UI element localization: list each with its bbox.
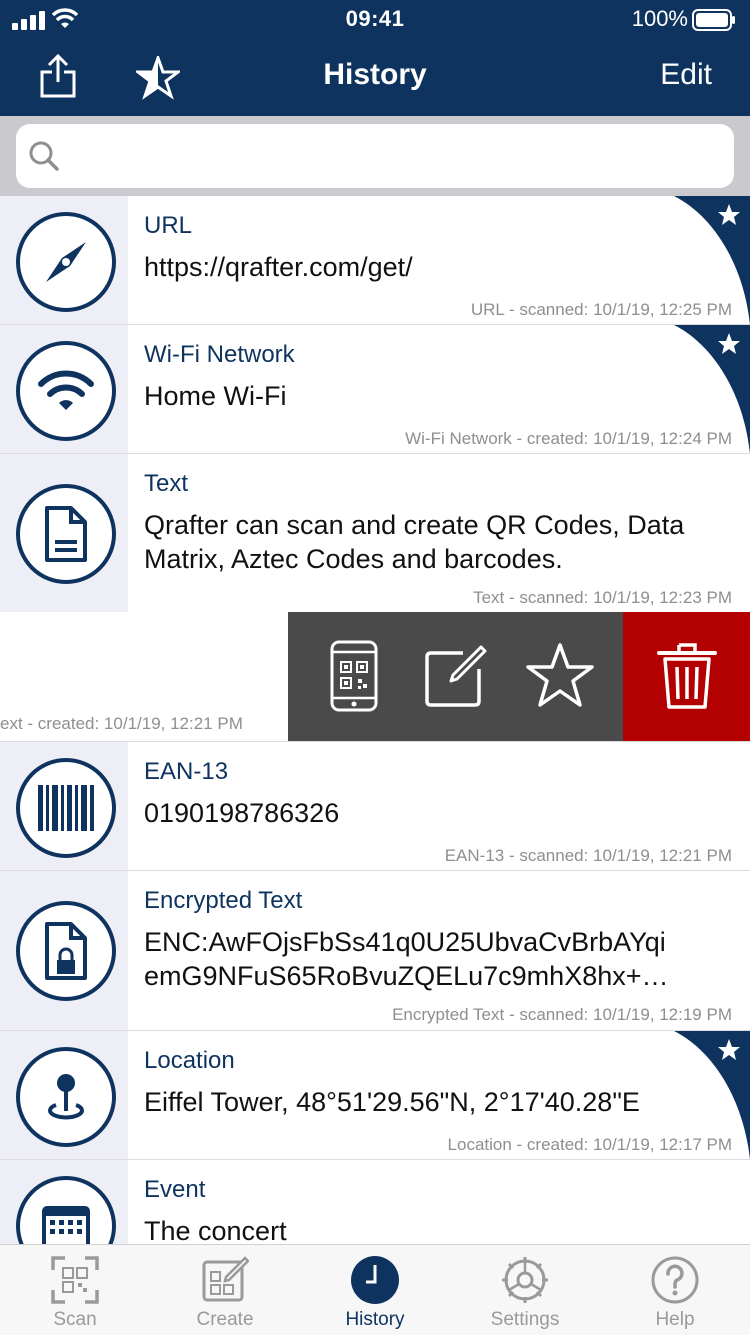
page-title: History <box>323 58 427 91</box>
edit-item-button[interactable] <box>420 640 492 712</box>
item-type: URL <box>144 212 193 239</box>
item-meta: Text - scanned: 10/1/19, 12:23 PM <box>473 588 732 607</box>
list-item[interactable]: Text Qrafter can scan and create QR Code… <box>0 454 750 613</box>
compass-icon <box>16 212 116 312</box>
search-bar <box>0 116 750 196</box>
trash-icon <box>651 640 723 712</box>
navigation-bar: History Edit <box>0 40 750 116</box>
item-content: Qrafter can scan and create QR Codes, Da… <box>144 510 685 574</box>
document-icon <box>16 484 116 584</box>
create-icon <box>200 1255 250 1305</box>
list-item[interactable]: Location Eiffel Tower, 48°51'29.56"N, 2°… <box>0 1031 750 1160</box>
icon-column <box>0 196 128 324</box>
search-icon <box>29 141 59 171</box>
barcode-icon <box>16 758 116 858</box>
tab-label: History <box>345 1309 405 1330</box>
header: 09:41 100% History Edit <box>0 0 750 116</box>
swipe-actions <box>288 612 623 741</box>
item-content: ENC:AwFOjsFbSs41q0U25UbvaCvBrbAYqi emG9N… <box>144 925 724 993</box>
item-meta: EAN-13 - scanned: 10/1/19, 12:21 PM <box>444 846 732 865</box>
list-item[interactable]: URL https://qrafter.com/get/ URL - scann… <box>0 196 750 325</box>
edit-icon <box>425 645 487 707</box>
list-item[interactable]: Encrypted Text ENC:AwFOjsFbSs41q0U25Ubva… <box>0 871 750 1031</box>
calendar-icon <box>16 1176 116 1244</box>
star-outline-icon <box>526 643 594 707</box>
edit-button[interactable]: Edit <box>660 58 712 92</box>
item-meta: Encrypted Text - scanned: 10/1/19, 12:19… <box>392 1005 732 1024</box>
list-item[interactable]: EAN-13 0190198786326 EAN-13 - scanned: 1… <box>0 742 750 871</box>
item-content: The concert <box>144 1216 287 1244</box>
icon-column <box>0 871 128 1030</box>
tab-create[interactable]: Create <box>150 1245 300 1335</box>
history-icon <box>350 1255 400 1305</box>
favorite-corner-icon <box>674 325 750 453</box>
phone-qr-icon <box>330 640 378 712</box>
icon-column <box>0 325 128 453</box>
content-line: ENC:AwFOjsFbSs41q0U25UbvaCvBrbAYqi <box>144 927 666 957</box>
favorite-corner-icon <box>674 196 750 324</box>
location-pin-icon <box>16 1047 116 1147</box>
item-type: Location <box>144 1047 235 1074</box>
item-content: Eiffel Tower, 48°51'29.56"N, 2°17'40.28"… <box>144 1087 640 1117</box>
tab-label: Help <box>655 1309 695 1330</box>
search-input[interactable] <box>16 124 734 188</box>
item-type: Event <box>144 1176 206 1203</box>
icon-column <box>0 1031 128 1159</box>
favorite-item-button[interactable] <box>524 640 596 712</box>
list-item[interactable]: Event The concert <box>0 1160 750 1244</box>
item-content: 0190198786326 <box>144 798 340 828</box>
tab-label: Settings <box>490 1309 560 1330</box>
item-type: Wi-Fi Network <box>144 341 295 368</box>
settings-icon <box>500 1255 550 1305</box>
battery-icon <box>692 9 735 31</box>
help-icon <box>650 1255 700 1305</box>
show-code-button[interactable] <box>318 640 390 712</box>
battery-percentage: 100% <box>631 6 688 31</box>
item-content: https://qrafter.com/get/ <box>144 252 413 282</box>
tab-label: Create <box>196 1309 254 1330</box>
content-line: emG9NFuS65RoBvuZQELu7c9mhX8hx+… <box>144 961 669 991</box>
tab-label: Scan <box>53 1309 97 1330</box>
favorite-corner-icon <box>674 1031 750 1159</box>
item-type: EAN-13 <box>144 758 229 785</box>
wifi-icon <box>16 341 116 441</box>
icon-column <box>0 454 128 612</box>
scan-icon <box>50 1255 100 1305</box>
tab-history[interactable]: History <box>300 1245 450 1335</box>
tab-scan[interactable]: Scan <box>0 1245 150 1335</box>
delete-button[interactable] <box>623 612 750 741</box>
tab-bar: Scan Create History Settings Help <box>0 1244 750 1335</box>
status-bar: 09:41 100% <box>0 0 750 40</box>
swiped-list-item[interactable]: ext - created: 10/1/19, 12:21 PM <box>0 612 750 742</box>
item-type: Text <box>144 470 189 497</box>
item-type: Encrypted Text <box>144 887 303 914</box>
item-content: Home Wi-Fi <box>144 381 287 411</box>
locked-document-icon <box>16 901 116 1001</box>
icon-column <box>0 1160 128 1244</box>
list-item[interactable]: Wi-Fi Network Home Wi-Fi Wi-Fi Network -… <box>0 325 750 454</box>
tab-settings[interactable]: Settings <box>450 1245 600 1335</box>
history-list: URL https://qrafter.com/get/ URL - scann… <box>0 196 750 1244</box>
icon-column <box>0 742 128 870</box>
item-meta: ext - created: 10/1/19, 12:21 PM <box>0 714 243 733</box>
tab-help[interactable]: Help <box>600 1245 750 1335</box>
